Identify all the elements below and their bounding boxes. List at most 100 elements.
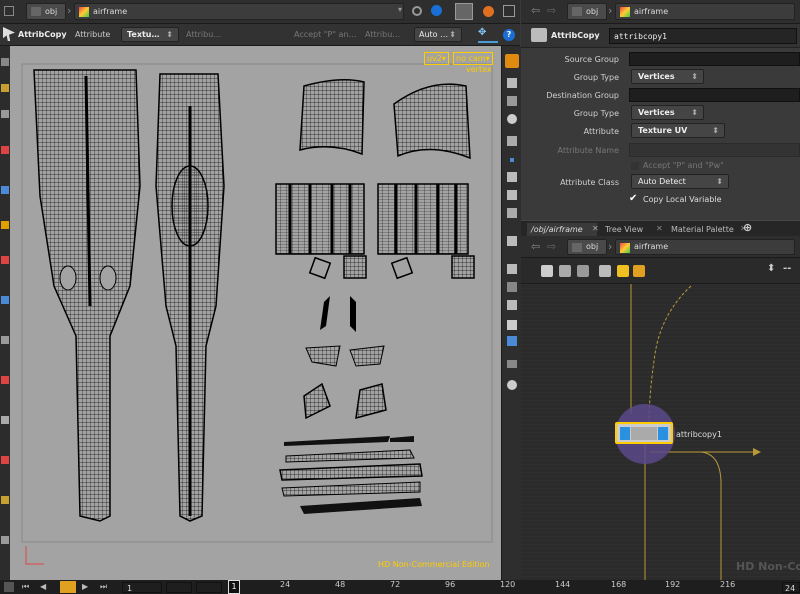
node-flag-icon[interactable] <box>620 427 630 440</box>
op-attribute-label: Attribute <box>75 30 111 39</box>
op-attribute-dropdown[interactable]: Textu… <box>121 27 179 42</box>
camera-menu[interactable]: no cam▾ <box>453 52 493 65</box>
cube-icon[interactable] <box>455 3 473 20</box>
display-icon[interactable] <box>507 264 517 274</box>
tool-icon[interactable] <box>1 296 9 304</box>
path-node-field[interactable]: airframe <box>74 3 404 20</box>
network-path-node[interactable]: airframe <box>615 239 795 255</box>
back-arrow-icon[interactable]: ⇦ <box>531 240 540 253</box>
layout-icon[interactable] <box>577 265 589 277</box>
display-icon[interactable] <box>507 190 517 200</box>
tool-icon[interactable] <box>1 456 9 464</box>
copy-local-checkbox[interactable]: ✔ <box>629 194 639 204</box>
tool-icon[interactable] <box>1 221 9 229</box>
forward-arrow-icon[interactable]: ⇨ <box>547 240 556 253</box>
more-icon[interactable]: -- <box>783 263 791 274</box>
frame-field[interactable]: 1 <box>122 582 162 593</box>
group-type-dropdown[interactable]: Vertices <box>631 69 704 84</box>
network-path-obj[interactable]: obj <box>567 239 607 255</box>
attribute-dropdown[interactable]: Texture UV <box>631 123 725 138</box>
timeline-icon[interactable] <box>4 582 14 592</box>
display-icon[interactable] <box>507 208 517 218</box>
source-group-field[interactable] <box>629 52 800 66</box>
tab-obj-airframe[interactable]: /obj/airframe <box>527 223 597 237</box>
path-dropdown-icon[interactable]: ▾ <box>398 5 402 14</box>
tool-icon[interactable] <box>1 186 9 194</box>
tool-icon[interactable] <box>1 146 9 154</box>
tool-icon[interactable] <box>1 84 9 92</box>
play-icon[interactable]: ▶ <box>82 582 88 591</box>
snap-icon[interactable] <box>431 5 442 16</box>
node-display-flag-icon[interactable] <box>658 427 668 440</box>
display-options-icon[interactable] <box>505 54 519 68</box>
handle-icon[interactable]: ✥ <box>478 27 498 43</box>
close-icon[interactable]: ✕ <box>592 224 599 233</box>
maximize-icon[interactable] <box>503 5 515 17</box>
accept-checkbox[interactable] <box>631 162 639 170</box>
sticky-note-icon[interactable] <box>617 265 629 277</box>
display-icon[interactable] <box>507 360 517 368</box>
op-auto-dropdown[interactable]: Auto … <box>414 27 462 42</box>
network-editor[interactable]: attribcopy1 HD Non-Co <box>521 284 800 580</box>
network-box-icon[interactable] <box>599 265 611 277</box>
tool-icon[interactable] <box>1 496 9 504</box>
display-icon[interactable] <box>507 172 517 182</box>
uv-menu[interactable]: uv2▾ <box>424 52 449 65</box>
tool-icon[interactable] <box>1 536 9 544</box>
current-frame-marker[interactable]: 1 <box>228 580 240 594</box>
add-tab-icon[interactable]: ⊕ <box>743 221 752 234</box>
stop-button[interactable] <box>60 581 76 593</box>
display-icon[interactable] <box>507 236 517 246</box>
select-arrow-icon[interactable] <box>3 27 15 41</box>
op-attribute-field2[interactable]: Attribu… <box>365 30 400 39</box>
last-frame-icon[interactable]: ⏭ <box>100 582 107 592</box>
palette-icon[interactable] <box>633 265 645 277</box>
tab-tree-view[interactable]: Tree View <box>601 223 661 237</box>
tool-icon[interactable] <box>1 416 9 424</box>
path-obj-button[interactable]: obj <box>26 3 66 20</box>
tab-material-palette[interactable]: Material Palette <box>667 223 747 237</box>
node-name-field[interactable]: attribcopy1 <box>609 28 797 44</box>
sort-icon[interactable]: ⬍ <box>767 263 775 274</box>
display-icon[interactable] <box>507 320 517 330</box>
uv-viewport[interactable]: uv2▾ no cam▾ vertex HD Non-Commercial Ed… <box>10 46 501 580</box>
op-attribute-field[interactable]: Attribu… <box>186 30 221 39</box>
pin-icon[interactable] <box>4 6 14 16</box>
display-icon[interactable] <box>507 336 517 346</box>
group-type2-dropdown[interactable]: Vertices <box>631 105 704 120</box>
back-arrow-icon[interactable]: ⇦ <box>531 4 540 17</box>
help-icon[interactable]: ? <box>503 29 515 41</box>
timeline-ruler[interactable]: 24 48 72 96 120 144 168 192 216 <box>244 580 774 594</box>
dest-group-field[interactable] <box>629 88 800 102</box>
display-icon[interactable] <box>507 96 517 106</box>
end-frame-field[interactable]: 24 <box>782 582 800 593</box>
display-icon[interactable] <box>510 158 514 162</box>
render-icon[interactable] <box>483 6 494 17</box>
first-frame-icon[interactable]: ⏮ <box>22 582 29 592</box>
eye-icon[interactable] <box>507 380 517 390</box>
frame-range-field[interactable] <box>196 582 222 593</box>
tool-icon[interactable] <box>1 256 9 264</box>
tool-icon[interactable] <box>1 336 9 344</box>
forward-arrow-icon[interactable]: ⇨ <box>547 4 556 17</box>
attribute-class-dropdown[interactable]: Auto Detect <box>631 174 729 189</box>
display-icon[interactable] <box>507 282 517 292</box>
attribute-name-field[interactable] <box>629 143 800 157</box>
close-icon[interactable]: ✕ <box>656 224 663 233</box>
tool-icon[interactable] <box>1 376 9 384</box>
tool-icon[interactable] <box>1 58 9 66</box>
params-path-obj[interactable]: obj <box>567 3 607 20</box>
display-icon[interactable] <box>507 136 517 146</box>
tool-icon[interactable] <box>1 110 9 118</box>
display-icon[interactable] <box>507 300 517 310</box>
attribcopy1-node[interactable] <box>615 422 673 444</box>
display-icon[interactable] <box>507 78 517 88</box>
display-icon[interactable] <box>507 114 517 124</box>
list-view-icon[interactable] <box>541 265 553 277</box>
display-icon[interactable] <box>412 6 422 16</box>
grid-view-icon[interactable] <box>559 265 571 277</box>
group-type2-value: Vertices <box>638 108 675 117</box>
play-back-icon[interactable]: ◀ <box>40 582 46 591</box>
frame-step-field[interactable] <box>166 582 192 593</box>
params-path-node[interactable]: airframe <box>615 3 795 20</box>
